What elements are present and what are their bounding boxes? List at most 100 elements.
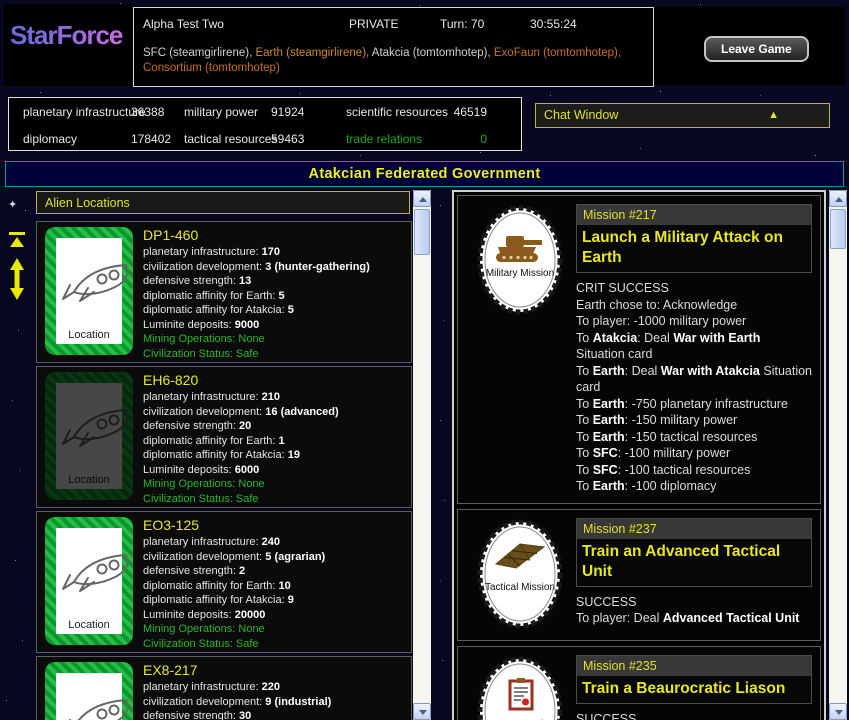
- mission-result: CRIT SUCCESSEarth chose to: Acknowledge T…: [576, 280, 812, 495]
- location-stat: diplomatic affinity for Atakcia: 5: [143, 303, 405, 318]
- collapse-up-icon[interactable]: [7, 231, 27, 254]
- location-stat: defensive strength: 30: [143, 709, 405, 720]
- mission-result-line: To Earth: -750 planetary infrastructure: [576, 396, 812, 413]
- location-status: Civilization Status: Safe: [143, 347, 405, 362]
- location-card-art[interactable]: Location: [45, 372, 133, 500]
- starforce-game-screen: ✦ StarForce Alpha Test Two PRIVATE Turn:…: [0, 0, 849, 720]
- logo-box: StarForce: [4, 4, 132, 86]
- rocket-icon: [58, 254, 140, 306]
- location-stat: planetary infrastructure: 170: [143, 245, 405, 260]
- location-stat: defensive strength: 2: [143, 564, 405, 579]
- scroll-down-button[interactable]: [413, 703, 431, 720]
- game-info-box: Alpha Test Two PRIVATE Turn: 70 30:55:24…: [133, 7, 654, 87]
- stat-label: trade relations: [346, 132, 422, 146]
- beaurocratic-mission-icon: [468, 655, 572, 720]
- mission-number-badge: Mission #217: [577, 205, 811, 225]
- scroll-up-button[interactable]: [829, 190, 847, 207]
- stat-value: 59463: [271, 132, 304, 146]
- mission-result-line: CRIT SUCCESS: [576, 280, 812, 297]
- mission-header: Mission #217Launch a Military Attack on …: [576, 204, 812, 273]
- scrollbar-thumb[interactable]: [830, 209, 846, 249]
- missions-scrollbar[interactable]: [829, 190, 847, 720]
- mission-result-line: To Earth: -100 diplomacy: [576, 478, 812, 495]
- location-card-label: Location: [45, 474, 133, 486]
- location-stat: civilization development: 3 (hunter-gath…: [143, 260, 405, 275]
- faction-banner: Atakcian Federated Government: [5, 161, 844, 187]
- game-info-row: Alpha Test Two PRIVATE Turn: 70 30:55:24: [134, 17, 653, 33]
- missions-panel: Military MissionMission #217Launch a Mil…: [452, 190, 826, 720]
- locations-scrollbar[interactable]: [413, 190, 431, 720]
- location-card-art[interactable]: Location: [45, 517, 133, 645]
- scroll-up-button[interactable]: [413, 190, 431, 207]
- beaurocratic-mission-stamp: Beaurocratic Mission: [468, 655, 572, 720]
- player-name: ExoFaun (tomtomhotep),: [494, 47, 621, 59]
- location-stat: planetary infrastructure: 240: [143, 535, 405, 550]
- mission-content: Mission #217Launch a Military Attack on …: [576, 204, 812, 495]
- location-stat: civilization development: 16 (advanced): [143, 405, 405, 420]
- mission-result: SUCCESSTo player: Deal Advanced Tactical…: [576, 594, 812, 627]
- location-stat: civilization development: 5 (agrarian): [143, 550, 405, 565]
- stat-label: military power: [184, 105, 258, 119]
- location-status: Mining Operations: None: [143, 332, 405, 347]
- location-name: DP1-460: [143, 227, 405, 243]
- mission-result-line: To Earth: -150 tactical resources: [576, 429, 812, 446]
- mission-number-badge: Mission #235: [577, 656, 811, 676]
- location-info: EO3-125 planetary infrastructure: 240civi…: [143, 517, 405, 651]
- location-stat: Luminite deposits: 6000: [143, 463, 405, 478]
- location-stat: planetary infrastructure: 220: [143, 680, 405, 695]
- location-status: Civilization Status: Safe: [143, 492, 405, 507]
- starforce-logo: StarForce: [10, 20, 132, 51]
- mission-card[interactable]: Beaurocratic MissionMission #235Train a …: [457, 646, 821, 720]
- location-name: EH6-820: [143, 372, 405, 388]
- location-info: EH6-820planetary infrastructure: 210civi…: [143, 372, 405, 506]
- mission-result-line: Earth chose to: Acknowledge: [576, 297, 812, 314]
- location-stat: diplomatic affinity for Earth: 5: [143, 289, 405, 304]
- location-stat: diplomatic affinity for Atakcia: 19: [143, 448, 405, 463]
- location-card-list: Location DP1-460 planetary infrastructure:…: [36, 221, 412, 720]
- location-stat: diplomatic affinity for Earth: 10: [143, 579, 405, 594]
- star-decoration: ✦: [8, 198, 17, 211]
- mission-header: Mission #235Train a Beaurocratic Liason: [576, 655, 812, 704]
- alien-locations-header: Alien Locations: [36, 191, 410, 214]
- stat-row: planetary infrastructure36388military po…: [9, 105, 521, 125]
- location-card[interactable]: Location DP1-460 planetary infrastructure:…: [36, 221, 412, 363]
- location-card-art[interactable]: Location: [45, 662, 133, 720]
- military-mission-stamp: Military Mission: [468, 204, 572, 321]
- leave-game-button[interactable]: Leave Game: [704, 36, 809, 62]
- location-card[interactable]: Location EO3-125 planetary infrastructure:…: [36, 511, 412, 653]
- rocket-icon: [58, 544, 140, 596]
- chat-collapse-icon[interactable]: ▲: [768, 104, 779, 127]
- mission-card[interactable]: Tactical MissionMission #237Train an Adv…: [457, 509, 821, 641]
- mission-result-line: To Earth: -150 military power: [576, 412, 812, 429]
- location-card[interactable]: Location EX8-217 planetary infrastructure:…: [36, 656, 412, 720]
- mission-header: Mission #237Train an Advanced Tactical U…: [576, 518, 812, 587]
- resize-vertical-icon[interactable]: [9, 258, 25, 305]
- mission-result: SUCCESS: [576, 711, 812, 720]
- tactical-mission-stamp: Tactical Mission: [468, 518, 572, 635]
- game-name: Alpha Test Two: [143, 17, 224, 31]
- scrollbar-thumb[interactable]: [414, 209, 430, 255]
- location-card-label: Location: [45, 329, 133, 341]
- mission-result-line: To Atakcia: Deal War with Earth Situatio…: [576, 330, 812, 363]
- stat-value: 36388: [131, 105, 164, 119]
- mission-title: Train an Advanced Tactical Unit: [577, 539, 811, 586]
- scroll-down-button[interactable]: [829, 703, 847, 720]
- location-card-face: [56, 673, 122, 720]
- location-name: EX8-217: [143, 662, 405, 678]
- tactical-mission-icon: [468, 518, 572, 630]
- location-name: EO3-125: [143, 517, 405, 533]
- stat-label: tactical resources: [184, 132, 277, 146]
- location-card[interactable]: Location EH6-820planetary infrastructure:…: [36, 366, 412, 508]
- mission-card[interactable]: Military MissionMission #217Launch a Mil…: [457, 195, 821, 504]
- player-name: Earth (steamgirlirene),: [255, 47, 371, 59]
- mission-number-badge: Mission #237: [577, 519, 811, 539]
- location-card-art[interactable]: Location: [45, 227, 133, 355]
- mission-content: Mission #235Train a Beaurocratic Liason S…: [576, 655, 812, 720]
- location-status: Civilization Status: Safe: [143, 637, 405, 652]
- player-list: SFC (steamgirlirene), Earth (steamgirlir…: [143, 46, 643, 76]
- location-stat: Luminite deposits: 20000: [143, 608, 405, 623]
- starfield-decoration: [0, 0, 1, 1]
- stat-value: 0: [439, 132, 487, 146]
- rocket-icon: [58, 689, 140, 720]
- chat-window-bar[interactable]: Chat Window ▲: [535, 103, 830, 128]
